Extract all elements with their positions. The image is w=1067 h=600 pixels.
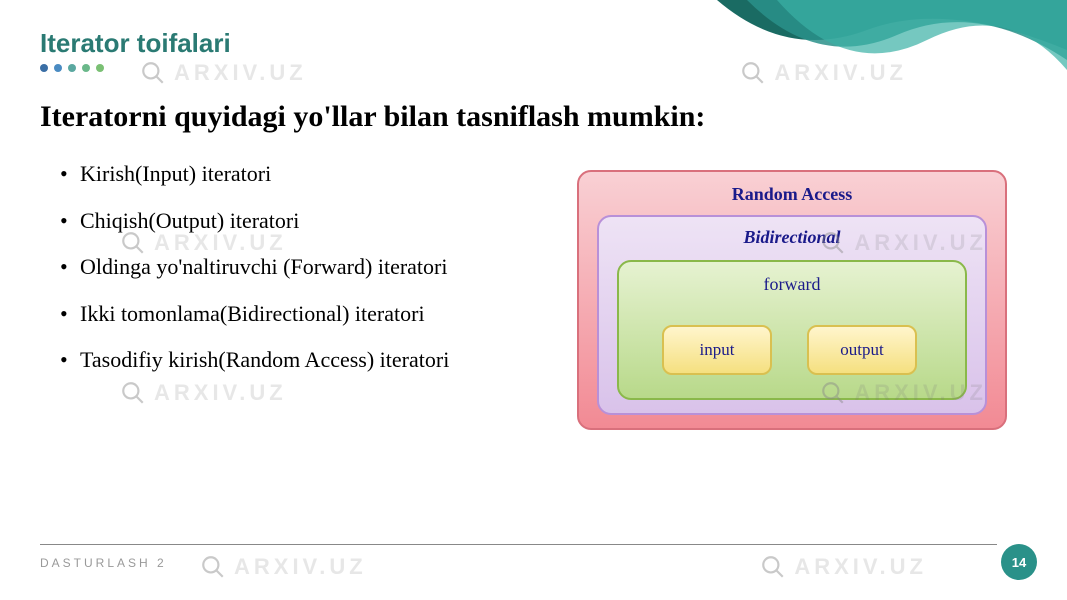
magnifier-icon — [820, 380, 846, 406]
watermark: ARXIV.UZ — [120, 230, 287, 256]
magnifier-icon — [120, 380, 146, 406]
page-number: 14 — [1012, 555, 1026, 570]
bullet-item: Tasodifiy kirish(Random Access) iterator… — [60, 346, 480, 375]
bullet-item: Kirish(Input) iteratori — [60, 160, 480, 189]
forward-label: forward — [619, 274, 965, 295]
magnifier-icon — [820, 230, 846, 256]
dot — [82, 64, 90, 72]
footer-divider — [40, 544, 997, 545]
dot — [54, 64, 62, 72]
magnifier-icon — [200, 554, 226, 580]
input-label: input — [700, 340, 735, 360]
footer-text: DASTURLASH 2 — [40, 556, 167, 570]
random-access-label: Random Access — [579, 184, 1005, 205]
decorative-dots — [40, 64, 104, 72]
output-label: output — [840, 340, 883, 360]
watermark: ARXIV.UZ — [120, 380, 287, 406]
page-number-badge: 14 — [1001, 544, 1037, 580]
watermark: ARXIV.UZ — [820, 380, 987, 406]
magnifier-icon — [120, 230, 146, 256]
watermark: ARXIV.UZ — [200, 554, 367, 580]
dot — [96, 64, 104, 72]
magnifier-icon — [140, 60, 166, 86]
watermark: ARXIV.UZ — [760, 554, 927, 580]
magnifier-icon — [740, 60, 766, 86]
slide-title: Iterator toifalari — [40, 28, 231, 59]
bullet-list: Kirish(Input) iteratori Chiqish(Output) … — [60, 160, 480, 393]
input-box: input — [662, 325, 772, 375]
bullet-item: Ikki tomonlama(Bidirectional) iteratori — [60, 300, 480, 329]
watermark: ARXIV.UZ — [820, 230, 987, 256]
output-box: output — [807, 325, 917, 375]
watermark: ARXIV.UZ — [740, 60, 907, 86]
dot — [40, 64, 48, 72]
slide-subtitle: Iteratorni quyidagi yo'llar bilan tasnif… — [40, 100, 705, 134]
dot — [68, 64, 76, 72]
magnifier-icon — [760, 554, 786, 580]
watermark: ARXIV.UZ — [140, 60, 307, 86]
bullet-item: Oldinga yo'naltiruvchi (Forward) iterato… — [60, 253, 480, 282]
